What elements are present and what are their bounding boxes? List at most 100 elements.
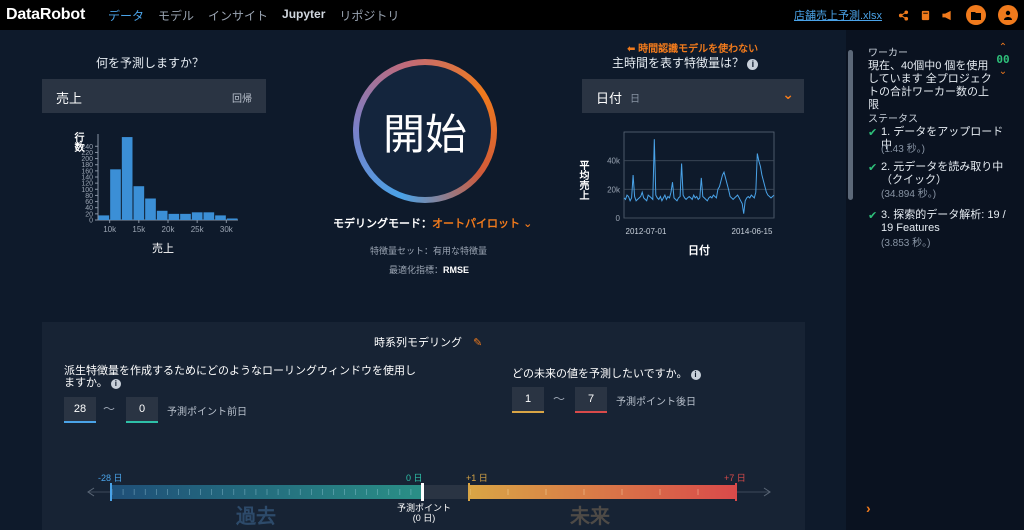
x-tick-label: 10k [103,225,117,234]
app-logo[interactable]: DataRobot [6,6,85,24]
series-line [623,139,775,214]
project-filename[interactable]: 店舗売上予測.xlsx [794,7,882,23]
histogram-bar [180,213,191,220]
forecast-separator: 〜 [553,392,566,406]
x-tick-label: 15k [132,225,146,234]
y-tick-label: 80 [85,193,93,200]
x-tick-label: 2014-06-15 [732,227,773,236]
y-tick-label: 40 [85,205,93,212]
forecast-window-question-text: どの未来の値を予測したいですか。 [512,368,688,380]
timeline-track[interactable] [84,480,774,504]
time-feature-question: 主時間を表す特徴量は？ i [612,54,759,71]
forecast-unit: 予測ポイント後日 [616,397,696,408]
timeseries-title: 時系列モデリング ✎ [374,334,482,350]
no-time-aware-link[interactable]: ⬅ 時間認識モデルを使わない [627,40,758,55]
timeline-future-label: 未来 [570,506,610,528]
histogram-bar [121,137,133,220]
chevron-up-icon[interactable]: ⌃ [996,42,1010,53]
chevron-down-icon[interactable]: ⌄ [523,218,532,230]
y-tick-label: 60 [85,199,93,206]
x-tick-label: 2012-07-01 [626,227,667,236]
rolling-separator: 〜 [103,402,116,416]
time-feature-dropdown[interactable]: 日付 日 ⌄ [582,79,804,113]
main-nav: データ モデル インサイト Jupyter リポジトリ [108,7,399,24]
target-question: 何を予測しますか？ [96,56,205,70]
main-scrollbar-thumb[interactable] [848,50,853,200]
expand-sidebar-icon[interactable]: › [866,500,871,516]
y-tick-label: 140 [81,175,93,182]
feature-set[interactable]: 特徴量セット：有用な特徴量 [370,244,487,257]
forecast-point-text: 予測ポイント [396,503,451,513]
worker-text: 現在、40個中0 個を使用しています 全プロジェクトの合計ワーカー数の上限 [868,60,992,111]
start-button[interactable]: 開始 [353,59,497,203]
pencil-icon[interactable]: ✎ [473,337,482,349]
y-tick-label: 20 [85,211,93,218]
nav-models[interactable]: モデル [158,7,194,24]
worker-stepper[interactable]: ⌃ 00 ⌄ [996,42,1010,77]
histogram-bar [168,213,180,220]
forecast-to-input[interactable]: 7 [575,387,607,413]
rolling-unit: 予測ポイント前日 [167,407,247,418]
target-type-badge: 回帰 [232,94,252,105]
right-sidebar: ワーカー 現在、40個中0 個を使用しています 全プロジェクトの合計ワーカー数の… [856,30,1024,530]
forecast-point-label: 予測ポイント (0 日) [396,503,452,523]
info-icon[interactable]: i [690,370,701,380]
tschart-xlabel: 日付 [688,245,710,257]
user-avatar-icon[interactable] [998,5,1018,25]
check-icon: ✔ [868,162,878,174]
forecast-point-marker [421,483,424,501]
future-end-handle [735,483,737,501]
modeling-mode-label: モデリングモード： [333,218,432,230]
histogram-bar [110,169,121,220]
worker-count: 00 [996,53,1010,66]
histogram-bar [215,215,226,220]
y-tick-label: 0 [89,218,93,225]
x-tick-label: 25k [191,225,205,234]
y-tick-label: 40k [607,157,621,166]
x-tick-label: 30k [220,225,234,234]
nav-jupyter[interactable]: Jupyter [282,7,325,24]
target-value: 売上 [56,91,83,106]
histogram-bar [203,212,215,220]
rolling-window-question: 派生特徴量を作成するためにどのようなローリングウィンドウを使用しますか。 i [64,365,424,389]
histogram-bar [156,210,168,220]
status-item-label: 2. 元データを読み取り中（クイック） [881,161,1004,186]
chevron-down-icon[interactable]: ⌄ [782,86,794,103]
rolling-to-input[interactable]: 0 [126,397,158,423]
status-item-time: (3.853 秒。) [881,238,931,249]
nav-repository[interactable]: リポジトリ [339,7,399,24]
time-feature-question-text: 主時間を表す特徴量は？ [612,56,745,70]
info-icon[interactable]: i [110,379,121,389]
histogram-bar [145,198,156,220]
nav-data[interactable]: データ [108,7,144,24]
info-icon[interactable]: i [747,59,759,70]
histogram-bar [191,212,203,220]
book-icon[interactable] [916,6,934,24]
modeling-mode[interactable]: モデリングモード：オートパイロット ⌄ [333,215,532,231]
histogram-bar [98,215,110,220]
histogram-bar [133,186,145,220]
status-item-time: (1.43 秒。) [881,144,925,155]
megaphone-icon[interactable] [938,6,956,24]
optimization-metric[interactable]: 最適化指標：RMSE [389,263,469,276]
metric-value: RMSE [443,265,470,275]
timeseries-chart: 0 20k 40k 2012-07-01 2014-06-15 [607,131,775,236]
plot-frame [623,131,775,219]
nav-insights[interactable]: インサイト [208,7,268,24]
start-button-label: 開始 [382,110,467,158]
timeline-past-label: 過去 [236,506,276,528]
histogram-xlabel: 売上 [152,243,174,255]
top-right-tools: 店舗売上予測.xlsx [794,0,1024,30]
check-icon: ✔ [868,210,878,222]
target-input[interactable]: 売上 回帰 [42,79,266,113]
time-feature-value: 日付 [596,91,623,106]
forecast-from-input[interactable]: 1 [512,387,544,413]
modeling-mode-value[interactable]: オートパイロット [432,218,520,230]
chevron-down-icon[interactable]: ⌄ [996,66,1010,77]
y-tick-label: 120 [81,181,93,188]
rolling-from-input[interactable]: 28 [64,397,96,423]
timeseries-title-text: 時系列モデリング [374,337,462,349]
folder-icon[interactable] [966,5,986,25]
y-tick-label: 160 [81,168,93,175]
share-icon[interactable] [894,6,912,24]
